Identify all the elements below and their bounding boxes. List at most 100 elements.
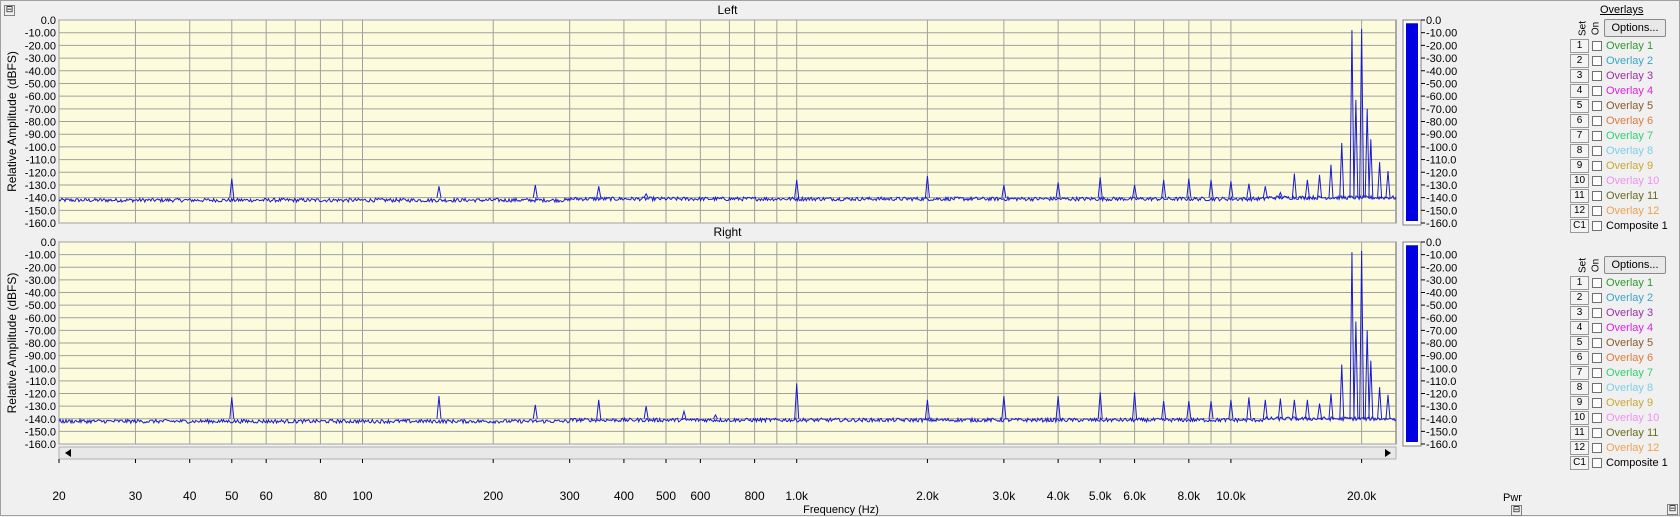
pwr-tick-label: -160.0 <box>1426 218 1457 230</box>
overlay-set-button[interactable]: 12 <box>1570 441 1589 455</box>
overlay-set-button[interactable]: 9 <box>1570 396 1589 410</box>
overlay-row: 11 Overlay 11 <box>1570 188 1680 204</box>
overlay-set-button[interactable]: 10 <box>1570 411 1589 425</box>
overlay-set-button[interactable]: 6 <box>1570 114 1589 128</box>
overlay-on-checkbox[interactable] <box>1592 71 1602 81</box>
overlay-set-button[interactable]: 10 <box>1570 174 1589 188</box>
overlay-label: Composite 1 <box>1606 457 1668 469</box>
overlay-on-checkbox[interactable] <box>1592 101 1602 111</box>
overlay-set-button[interactable]: 6 <box>1570 351 1589 365</box>
overlay-on-checkbox[interactable] <box>1592 146 1602 156</box>
overlay-row: 6 Overlay 6 <box>1570 113 1680 129</box>
overlay-row: 10 Overlay 10 <box>1570 410 1680 426</box>
overlay-row: 8 Overlay 8 <box>1570 143 1680 159</box>
x-tick-label: 500 <box>656 489 676 503</box>
overlay-row: 7 Overlay 7 <box>1570 128 1680 144</box>
y-tick-label: -120.0 <box>25 389 56 401</box>
overlay-set-button[interactable]: 2 <box>1570 54 1589 68</box>
set-column-header: Set <box>1577 258 1589 274</box>
overlay-on-checkbox[interactable] <box>1592 458 1602 468</box>
x-tick-label: 200 <box>483 489 503 503</box>
x-tick-label: 600 <box>690 489 710 503</box>
y-tick-label: -140.0 <box>25 193 56 205</box>
y-tick-label: -10.00 <box>25 28 56 40</box>
pwr-tick-label: 0.0 <box>1426 15 1441 27</box>
overlay-set-button[interactable]: 7 <box>1570 129 1589 143</box>
pwr-tick-label: -90.00 <box>1426 129 1457 141</box>
overlay-row: 5 Overlay 5 <box>1570 335 1680 351</box>
overlay-on-checkbox[interactable] <box>1592 413 1602 423</box>
overlay-row: 1 Overlay 1 <box>1570 38 1680 54</box>
overlay-row: 3 Overlay 3 <box>1570 305 1680 321</box>
overlay-on-checkbox[interactable] <box>1592 383 1602 393</box>
overlay-label: Overlay 8 <box>1606 145 1654 157</box>
overlay-on-checkbox[interactable] <box>1592 221 1602 231</box>
overlay-on-checkbox[interactable] <box>1592 161 1602 171</box>
overlay-label: Overlay 12 <box>1606 205 1660 217</box>
y-tick-label: -160.0 <box>25 439 56 451</box>
overlay-on-checkbox[interactable] <box>1592 176 1602 186</box>
overlay-label: Overlay 4 <box>1606 85 1654 97</box>
overlay-on-checkbox[interactable] <box>1592 116 1602 126</box>
overlay-label: Overlay 5 <box>1606 100 1654 112</box>
pwr-tick-label: -110.0 <box>1426 155 1456 167</box>
y-tick-label: 0.0 <box>41 15 56 27</box>
options-button[interactable]: Options... <box>1604 19 1666 37</box>
pwr-meter-bar <box>1406 245 1418 442</box>
overlay-set-button[interactable]: 4 <box>1570 321 1589 335</box>
overlay-set-button[interactable]: 9 <box>1570 159 1589 173</box>
pwr-tick-label: -10.00 <box>1426 250 1457 262</box>
overlay-on-checkbox[interactable] <box>1592 398 1602 408</box>
overlay-set-button[interactable]: 1 <box>1570 39 1589 53</box>
overlay-set-button[interactable]: 11 <box>1570 426 1589 440</box>
pwr-tick-label: -70.00 <box>1426 325 1457 337</box>
overlay-on-checkbox[interactable] <box>1592 86 1602 96</box>
overlay-on-checkbox[interactable] <box>1592 206 1602 216</box>
overlay-set-button[interactable]: 11 <box>1570 189 1589 203</box>
overlay-set-button[interactable]: 3 <box>1570 69 1589 83</box>
overlay-on-checkbox[interactable] <box>1592 428 1602 438</box>
pwr-label: Pwr <box>1503 492 1522 504</box>
overlay-label: Overlay 1 <box>1606 40 1654 52</box>
x-tick-label: 1.0k <box>785 489 809 503</box>
overlay-on-checkbox[interactable] <box>1592 338 1602 348</box>
overlay-label: Overlay 7 <box>1606 130 1654 142</box>
overlay-on-checkbox[interactable] <box>1592 443 1602 453</box>
overlay-set-button[interactable]: 2 <box>1570 291 1589 305</box>
overlay-set-button[interactable]: 8 <box>1570 381 1589 395</box>
h-scrollbar[interactable] <box>58 446 1397 460</box>
pwr-collapse-icon[interactable]: ⊟ <box>1511 505 1522 516</box>
overlay-set-button[interactable]: 7 <box>1570 366 1589 380</box>
overlay-on-checkbox[interactable] <box>1592 368 1602 378</box>
overlay-set-button[interactable]: 8 <box>1570 144 1589 158</box>
overlay-set-button[interactable]: 5 <box>1570 336 1589 350</box>
overlay-set-button[interactable]: 4 <box>1570 84 1589 98</box>
overlay-label: Overlay 5 <box>1606 337 1654 349</box>
overlay-on-checkbox[interactable] <box>1592 41 1602 51</box>
pwr-tick-label: -150.0 <box>1426 205 1457 217</box>
overlay-set-button[interactable]: 1 <box>1570 276 1589 290</box>
y-tick-label: -60.00 <box>25 313 56 325</box>
overlay-on-checkbox[interactable] <box>1592 323 1602 333</box>
y-tick-label: -100.0 <box>25 142 56 154</box>
resize-icon[interactable]: ⊟ <box>1667 504 1678 515</box>
y-tick-label: -50.00 <box>25 300 56 312</box>
overlay-set-button[interactable]: C1 <box>1570 219 1589 233</box>
overlay-on-checkbox[interactable] <box>1592 293 1602 303</box>
pwr-tick-label: -140.0 <box>1426 193 1457 205</box>
overlay-set-button[interactable]: 5 <box>1570 99 1589 113</box>
overlay-set-button[interactable]: C1 <box>1570 456 1589 470</box>
overlay-on-checkbox[interactable] <box>1592 131 1602 141</box>
overlay-on-checkbox[interactable] <box>1592 191 1602 201</box>
collapse-icon[interactable]: ⊟ <box>4 5 15 16</box>
overlay-on-checkbox[interactable] <box>1592 56 1602 66</box>
overlay-set-button[interactable]: 3 <box>1570 306 1589 320</box>
pwr-tick-label: -40.00 <box>1426 66 1457 78</box>
overlay-set-button[interactable]: 12 <box>1570 204 1589 218</box>
overlay-on-checkbox[interactable] <box>1592 308 1602 318</box>
overlay-on-checkbox[interactable] <box>1592 353 1602 363</box>
options-button[interactable]: Options... <box>1604 256 1666 274</box>
overlay-on-checkbox[interactable] <box>1592 278 1602 288</box>
pwr-tick-label: -30.00 <box>1426 53 1457 65</box>
x-tick-label: 2.0k <box>916 489 940 503</box>
